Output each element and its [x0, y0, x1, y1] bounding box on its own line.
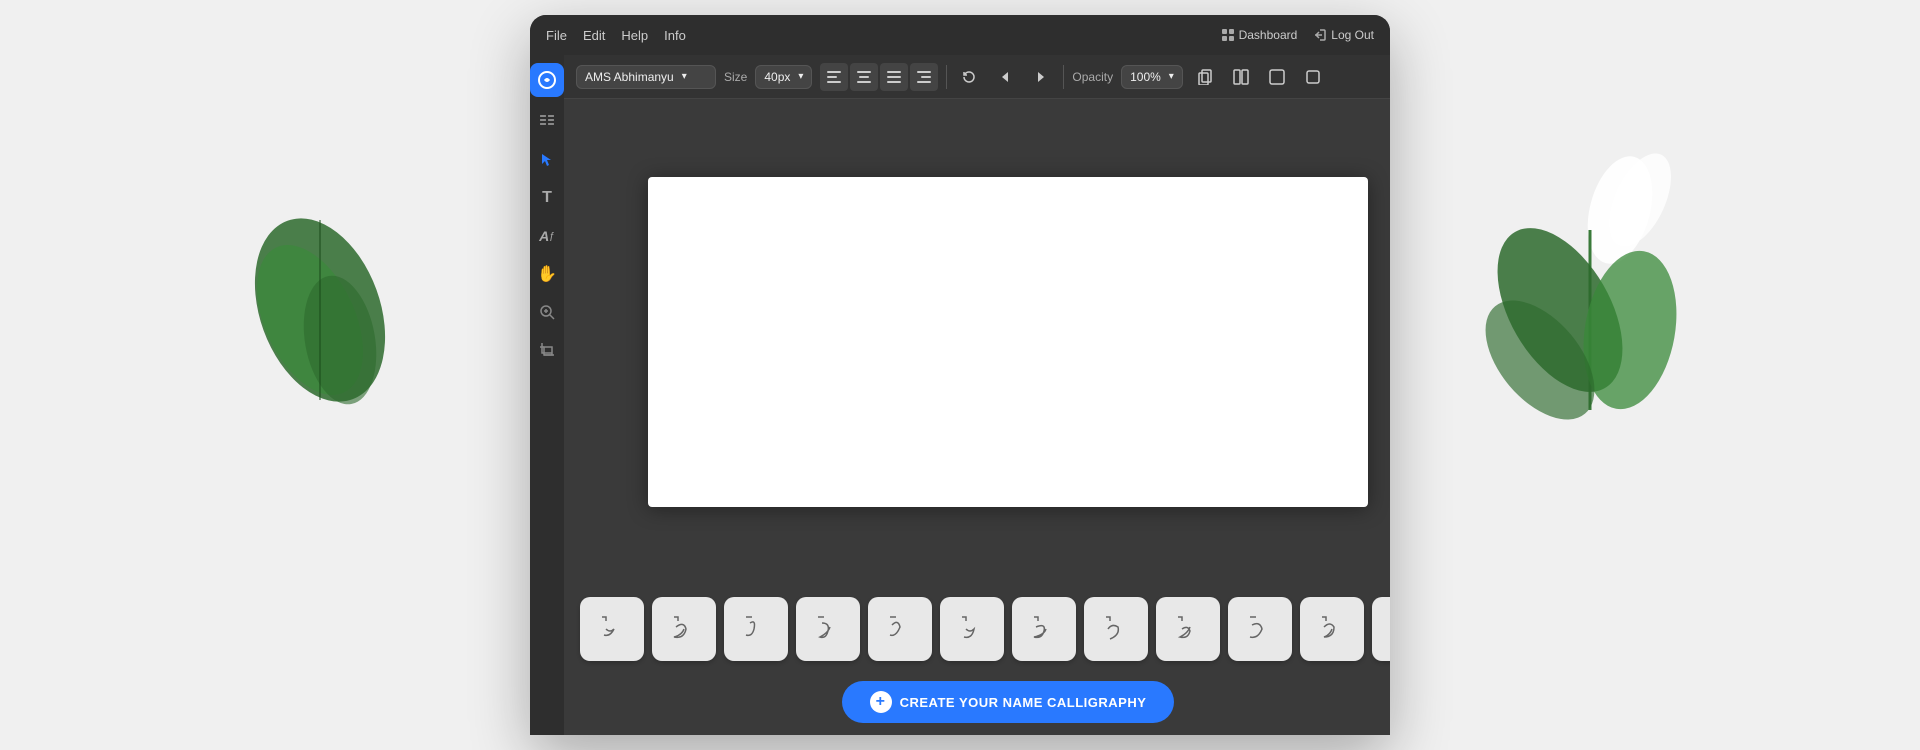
align-center-icon: [857, 71, 871, 83]
create-button-label: CREATE YOUR NAME CALLIGRAPHY: [900, 695, 1147, 710]
toolbar-sep-2: [1063, 65, 1064, 89]
dashboard-icon: [1221, 28, 1235, 42]
square-icon: [1305, 69, 1321, 85]
opacity-label: Opacity: [1072, 70, 1113, 84]
text-style-icon: A: [539, 228, 549, 244]
char-key-5[interactable]: [940, 597, 1004, 661]
align-group: [820, 63, 938, 91]
menu-left: File Edit Help Info: [546, 28, 686, 43]
char-key-9[interactable]: [1228, 597, 1292, 661]
toolbar-sep-1: [946, 65, 947, 89]
prev-btn[interactable]: [991, 63, 1019, 91]
menu-help[interactable]: Help: [621, 28, 648, 43]
size-label: Size: [724, 70, 747, 84]
canvas[interactable]: [648, 177, 1368, 507]
menu-right: Dashboard Log Out: [1221, 28, 1374, 42]
create-plus-icon: +: [870, 691, 892, 713]
char-key-11[interactable]: [1372, 597, 1390, 661]
align-left-btn[interactable]: [820, 63, 848, 91]
align-justify-btn[interactable]: [880, 63, 908, 91]
char-key-10[interactable]: [1300, 597, 1364, 661]
split-btn[interactable]: [1227, 63, 1255, 91]
copy-btn[interactable]: [1191, 63, 1219, 91]
char-key-2[interactable]: [724, 597, 788, 661]
tool-grid[interactable]: [530, 105, 564, 139]
text-icon: T: [542, 189, 552, 207]
char-key-4[interactable]: [868, 597, 932, 661]
cursor-icon: [540, 153, 554, 167]
delete-icon: [1269, 69, 1285, 85]
menu-info[interactable]: Info: [664, 28, 686, 43]
create-calligraphy-button[interactable]: + CREATE YOUR NAME CALLIGRAPHY: [842, 681, 1175, 723]
main-layout: T A ƒ ✋: [530, 55, 1390, 735]
menu-file[interactable]: File: [546, 28, 567, 43]
font-selector[interactable]: AMS Abhimanyu: [576, 65, 716, 89]
tool-cursor[interactable]: [530, 143, 564, 177]
menu-edit[interactable]: Edit: [583, 28, 605, 43]
logo-button[interactable]: [530, 63, 564, 97]
logout-icon: [1313, 28, 1327, 42]
char-tray: [564, 585, 1390, 673]
tool-text-style[interactable]: A ƒ: [530, 219, 564, 253]
logout-link[interactable]: Log Out: [1313, 28, 1374, 42]
zoom-icon: [539, 304, 555, 320]
pan-icon: ✋: [537, 264, 557, 284]
align-right-btn[interactable]: [910, 63, 938, 91]
prev-icon: [999, 71, 1011, 83]
char-key-8[interactable]: [1156, 597, 1220, 661]
delete-btn[interactable]: [1263, 63, 1291, 91]
crop-icon: [539, 342, 555, 358]
tool-crop[interactable]: [530, 333, 564, 367]
next-icon: [1035, 71, 1047, 83]
tool-text[interactable]: T: [530, 181, 564, 215]
menu-bar: File Edit Help Info Dashboard Log: [530, 15, 1390, 55]
align-justify-icon: [887, 71, 901, 83]
size-selector[interactable]: 40px: [755, 65, 812, 89]
tool-pan[interactable]: ✋: [530, 257, 564, 291]
square-btn[interactable]: [1299, 63, 1327, 91]
opacity-selector[interactable]: 100%: [1121, 65, 1183, 89]
split-icon: [1233, 69, 1249, 85]
copy-icon: [1197, 69, 1213, 85]
next-btn[interactable]: [1027, 63, 1055, 91]
align-center-btn[interactable]: [850, 63, 878, 91]
align-right-icon: [917, 71, 931, 83]
dashboard-link[interactable]: Dashboard: [1221, 28, 1298, 42]
align-left-icon: [827, 71, 841, 83]
logo-icon: [537, 70, 557, 90]
char-key-1[interactable]: [652, 597, 716, 661]
grid-icon: [539, 114, 555, 130]
char-key-7[interactable]: [1084, 597, 1148, 661]
toolbar: AMS Abhimanyu Size 40px: [564, 55, 1390, 99]
refresh-icon: [961, 69, 977, 85]
create-button-area: + CREATE YOUR NAME CALLIGRAPHY: [564, 673, 1390, 735]
char-key-3[interactable]: [796, 597, 860, 661]
tool-zoom[interactable]: [530, 295, 564, 329]
canvas-area: [564, 99, 1390, 585]
content-area: AMS Abhimanyu Size 40px: [564, 55, 1390, 735]
left-sidebar: T A ƒ ✋: [530, 55, 564, 735]
char-key-0[interactable]: [580, 597, 644, 661]
char-key-6[interactable]: [1012, 597, 1076, 661]
refresh-btn[interactable]: [955, 63, 983, 91]
